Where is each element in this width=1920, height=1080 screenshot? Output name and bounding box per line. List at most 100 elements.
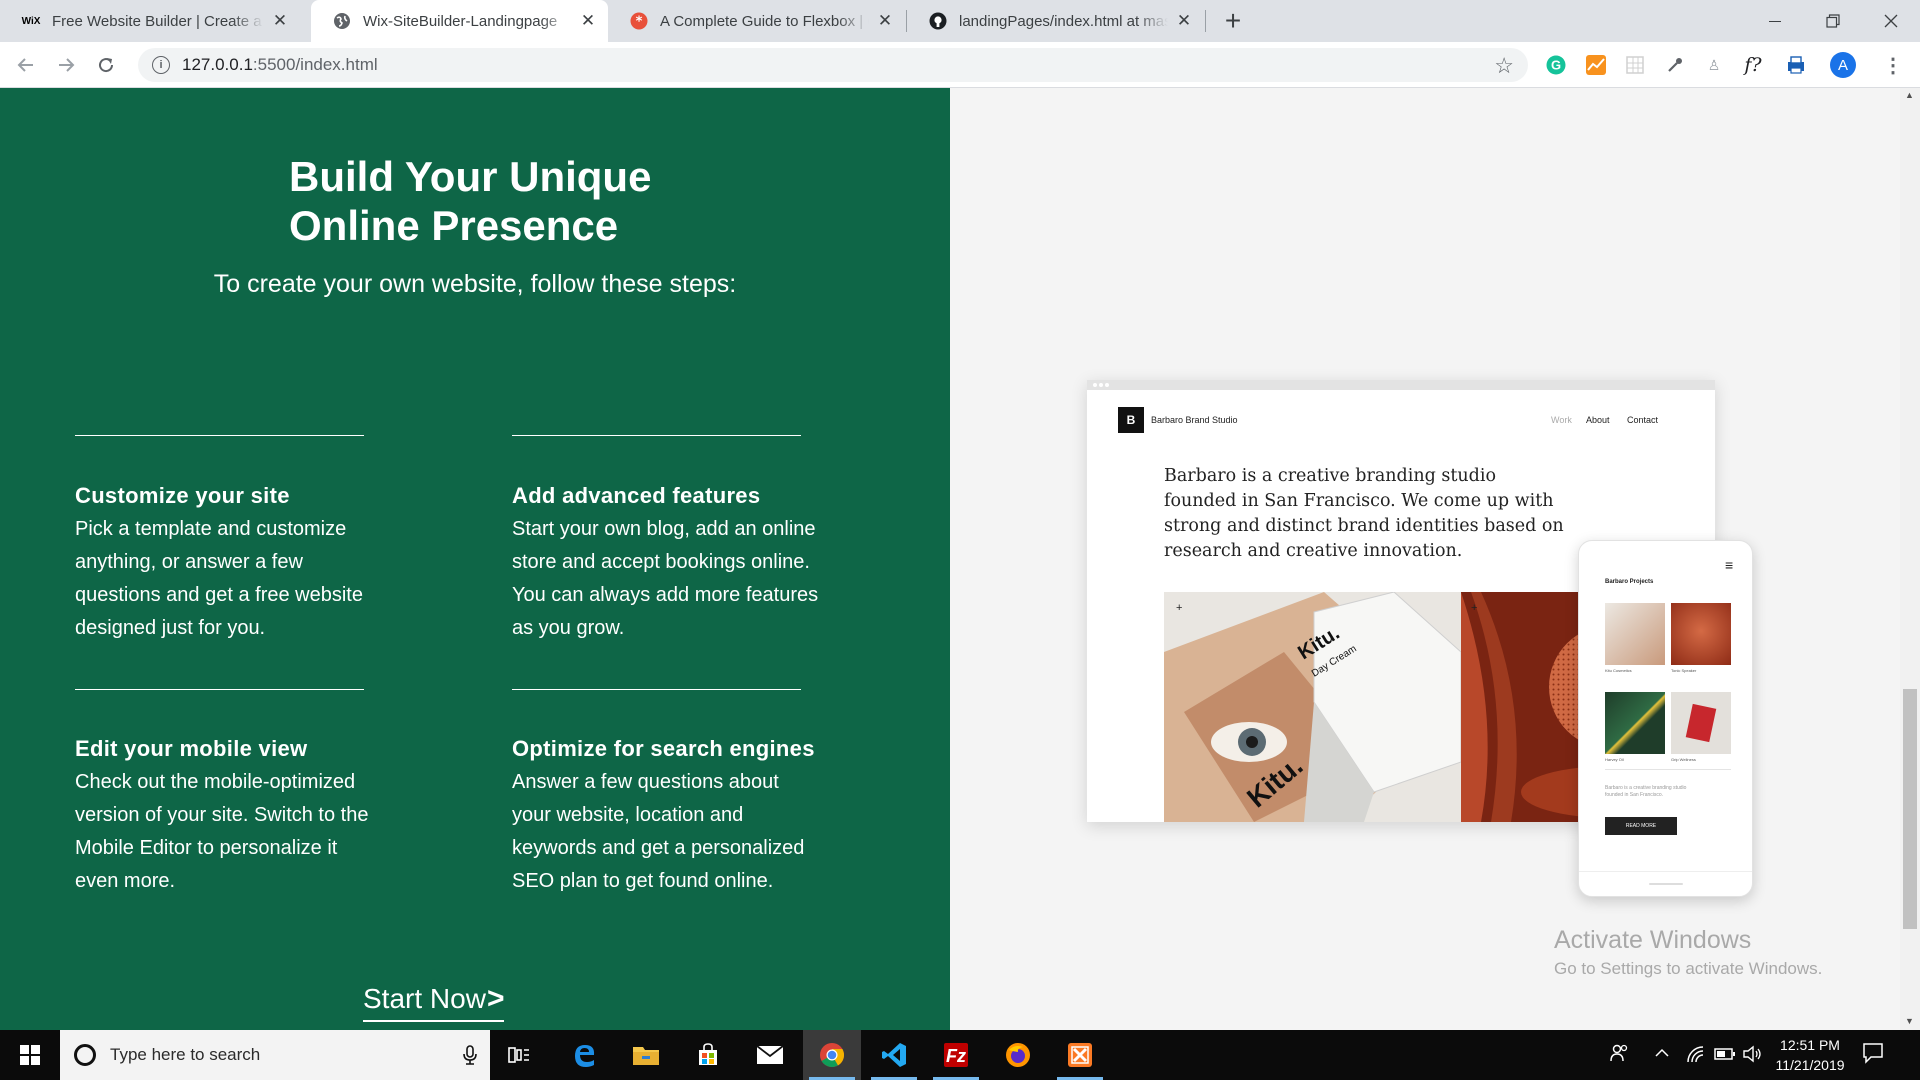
- mockup-intro: Barbaro is a creative branding studio fo…: [1164, 466, 1564, 561]
- step-seo: Optimize for search engines Answer a few…: [512, 736, 852, 898]
- notification-center-icon[interactable]: [1862, 1042, 1886, 1066]
- tree-extension-icon[interactable]: ♙: [1703, 54, 1725, 76]
- grammarly-icon[interactable]: G: [1545, 54, 1567, 76]
- step-text: Check out the mobile-optimized version o…: [75, 771, 369, 892]
- mockup-brand: Barbaro Brand Studio: [1151, 415, 1238, 425]
- mail-icon[interactable]: [741, 1030, 799, 1080]
- mockup-nav-contact: Contact: [1627, 415, 1659, 425]
- step-text: Answer a few questions about your websit…: [512, 771, 805, 892]
- step-mobile-view: Edit your mobile view Check out the mobi…: [75, 736, 375, 898]
- arrow-right-icon: >: [486, 982, 505, 1015]
- tab-separator: [1205, 10, 1206, 32]
- step-title: Customize your site: [75, 483, 290, 508]
- mockup-titlebar: [1087, 380, 1715, 390]
- chrome-icon[interactable]: [803, 1030, 861, 1080]
- restore-button[interactable]: [1804, 0, 1862, 42]
- info-icon[interactable]: i: [152, 56, 170, 74]
- headline: Build Your Unique Online Presence: [289, 152, 651, 250]
- chevron-up-icon[interactable]: [1654, 1045, 1670, 1066]
- divider: [75, 689, 364, 690]
- minimize-icon: [1769, 20, 1781, 22]
- plus-icon: +: [1224, 5, 1242, 36]
- task-view-icon[interactable]: [490, 1030, 548, 1080]
- svg-text:*: *: [636, 15, 643, 30]
- filezilla-icon[interactable]: Fz: [927, 1030, 985, 1080]
- clock-time: 12:51 PM: [1780, 1037, 1840, 1053]
- subtitle: To create your own website, follow these…: [213, 270, 737, 298]
- microphone-icon[interactable]: [450, 1045, 490, 1065]
- scrollbar-thumb[interactable]: [1903, 689, 1917, 929]
- windows-logo-icon: [20, 1045, 40, 1065]
- phone-read-more-button: READ MORE: [1605, 817, 1677, 835]
- close-icon[interactable]: ✕: [270, 11, 290, 31]
- profile-avatar[interactable]: A: [1830, 52, 1856, 78]
- analytics-extension-icon[interactable]: [1585, 54, 1607, 76]
- phone-thumb: [1671, 603, 1731, 665]
- eyedropper-icon[interactable]: [1664, 54, 1686, 76]
- vscode-icon[interactable]: [865, 1030, 923, 1080]
- globe-icon: [333, 12, 351, 30]
- headline-line2: Online Presence: [289, 202, 619, 249]
- start-button[interactable]: [0, 1030, 60, 1080]
- people-icon[interactable]: [1610, 1043, 1630, 1068]
- forward-button[interactable]: [50, 49, 82, 81]
- tab-label: Free Website Builder | Create a Fr: [52, 12, 264, 30]
- edge-icon[interactable]: [555, 1030, 613, 1080]
- browser-toolbar: i 127.0.0.1:5500/index.html ☆ G ♙ f? A ⋮: [0, 42, 1920, 88]
- back-button[interactable]: [10, 49, 42, 81]
- close-icon: [1884, 14, 1898, 28]
- scroll-up-icon[interactable]: ▲: [1905, 90, 1914, 100]
- mockup-nav-about: About: [1586, 415, 1610, 425]
- printer-extension-icon[interactable]: [1785, 54, 1807, 76]
- volume-icon[interactable]: [1742, 1045, 1762, 1068]
- url-host: 127.0.0.1: [182, 55, 253, 74]
- firefox-icon[interactable]: [989, 1030, 1047, 1080]
- formula-icon[interactable]: f?: [1742, 54, 1764, 76]
- grid-extension-icon[interactable]: [1624, 54, 1646, 76]
- star-icon[interactable]: ☆: [1494, 53, 1514, 79]
- phone-blurb: Barbaro is a creative branding studio fo…: [1605, 785, 1687, 798]
- taskbar-clock[interactable]: 12:51 PM 11/21/2019: [1770, 1035, 1850, 1075]
- phone-caption: Tonic Speaker: [1671, 668, 1697, 673]
- mockup-logo: B: [1118, 407, 1144, 433]
- close-icon[interactable]: ✕: [875, 11, 895, 31]
- svg-text:G: G: [1551, 58, 1561, 73]
- activate-windows-watermark: Activate Windows Go to Settings to activ…: [1554, 926, 1822, 979]
- close-icon[interactable]: ✕: [578, 11, 598, 31]
- phone-caption: Grip Wellness: [1671, 757, 1696, 762]
- plus-icon: +: [1176, 602, 1183, 614]
- menu-kebab-icon[interactable]: ⋮: [1882, 54, 1904, 77]
- arrow-right-icon: [59, 58, 75, 72]
- scroll-down-icon[interactable]: ▼: [1905, 1016, 1914, 1026]
- start-now-label: Start Now: [363, 983, 486, 1014]
- tab-flexbox[interactable]: * A Complete Guide to Flexbox | CS ✕: [608, 0, 905, 42]
- xampp-icon[interactable]: [1051, 1030, 1109, 1080]
- windows-taskbar: Type here to search Fz 12:51 PM 11/21/20…: [0, 1030, 1920, 1080]
- css-tricks-icon: *: [630, 12, 648, 30]
- address-bar[interactable]: i 127.0.0.1:5500/index.html ☆: [138, 48, 1528, 82]
- file-explorer-icon[interactable]: [617, 1030, 675, 1080]
- store-icon[interactable]: [679, 1030, 737, 1080]
- mobile-mockup: ≡ Barbaro Projects Kitu Cosmetics Tonic …: [1578, 540, 1753, 897]
- svg-text:Fz: Fz: [946, 1046, 966, 1066]
- wifi-icon[interactable]: [1686, 1045, 1704, 1068]
- new-tab-button[interactable]: +: [1218, 5, 1248, 36]
- reload-button[interactable]: [90, 49, 122, 81]
- tab-strip: WiX Free Website Builder | Create a Fr ✕…: [0, 0, 1920, 42]
- tab-github[interactable]: landingPages/index.html at mast ✕: [907, 0, 1204, 42]
- tab-landingpage[interactable]: Wix-SiteBuilder-Landingpage ✕: [311, 0, 608, 42]
- watermark-subtitle: Go to Settings to activate Windows.: [1554, 959, 1823, 978]
- mockup-nav-work: Work: [1551, 415, 1572, 425]
- battery-icon[interactable]: [1714, 1046, 1736, 1066]
- clock-date: 11/21/2019: [1775, 1057, 1845, 1073]
- close-icon[interactable]: ✕: [1174, 11, 1194, 31]
- start-now-button[interactable]: Start Now >: [363, 982, 505, 1022]
- minimize-button[interactable]: [1746, 0, 1804, 42]
- plus-icon: +: [1471, 602, 1478, 614]
- tab-wix[interactable]: WiX Free Website Builder | Create a Fr ✕: [0, 0, 300, 42]
- phone-thumb: [1605, 692, 1665, 754]
- phone-home-indicator: [1649, 883, 1683, 885]
- taskbar-search-input[interactable]: Type here to search: [60, 1030, 490, 1080]
- close-window-button[interactable]: [1862, 0, 1920, 42]
- step-customize: Customize your site Pick a template and …: [75, 483, 375, 645]
